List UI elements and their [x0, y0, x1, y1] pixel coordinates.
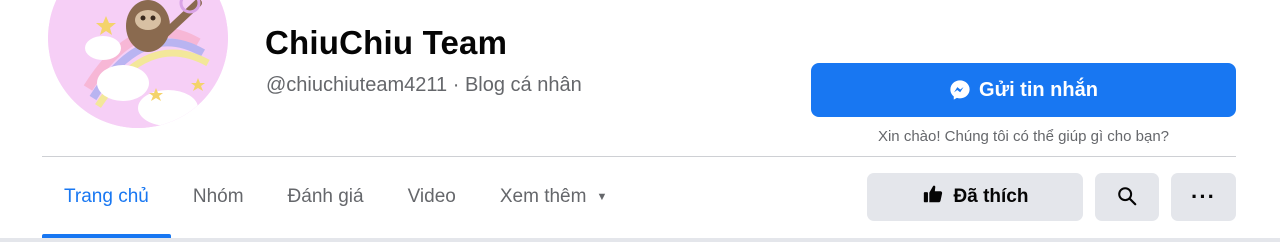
- search-icon: [1116, 185, 1138, 210]
- header-divider: [42, 156, 1236, 157]
- page-title: ChiuChiu Team: [265, 24, 508, 61]
- messenger-icon: [949, 79, 971, 101]
- meta-separator: ·: [447, 74, 465, 96]
- tab-groups[interactable]: Nhóm: [171, 160, 266, 234]
- page-avatar[interactable]: [48, 0, 228, 128]
- page-handle: @chiuchiuteam4211: [266, 74, 448, 96]
- tab-video[interactable]: Video: [386, 160, 478, 234]
- send-message-label: Gửi tin nhắn: [979, 78, 1098, 101]
- tab-home-label: Trang chủ: [64, 186, 149, 207]
- header-bottom-border: [0, 238, 1280, 242]
- tab-see-more-label: Xem thêm: [499, 186, 587, 207]
- page-tabs: Trang chủ Nhóm Đánh giá Video Xem thêm ▼: [42, 160, 629, 238]
- more-dots-icon: ···: [1191, 184, 1216, 209]
- caret-down-icon: ▼: [596, 191, 608, 203]
- tab-see-more[interactable]: Xem thêm ▼: [478, 160, 629, 234]
- tab-reviews-label: Đánh giá: [287, 186, 364, 207]
- send-message-button[interactable]: Gửi tin nhắn: [811, 63, 1236, 117]
- tab-reviews[interactable]: Đánh giá: [266, 160, 386, 234]
- tab-home[interactable]: Trang chủ: [42, 160, 171, 238]
- page-subtitle: @chiuchiuteam4211 · Blog cá nhân: [266, 74, 582, 97]
- tab-video-label: Video: [407, 186, 456, 207]
- tab-groups-label: Nhóm: [192, 186, 244, 207]
- liked-button[interactable]: Đã thích: [867, 173, 1083, 221]
- greeting-text: Xin chào! Chúng tôi có thể giúp gì cho b…: [877, 128, 1170, 145]
- liked-label: Đã thích: [953, 186, 1029, 207]
- page-category: Blog cá nhân: [464, 74, 582, 96]
- more-options-button[interactable]: ···: [1171, 173, 1236, 221]
- search-button[interactable]: [1095, 173, 1159, 221]
- avatar-artwork: [48, 0, 228, 128]
- thumbs-up-icon: [922, 183, 944, 211]
